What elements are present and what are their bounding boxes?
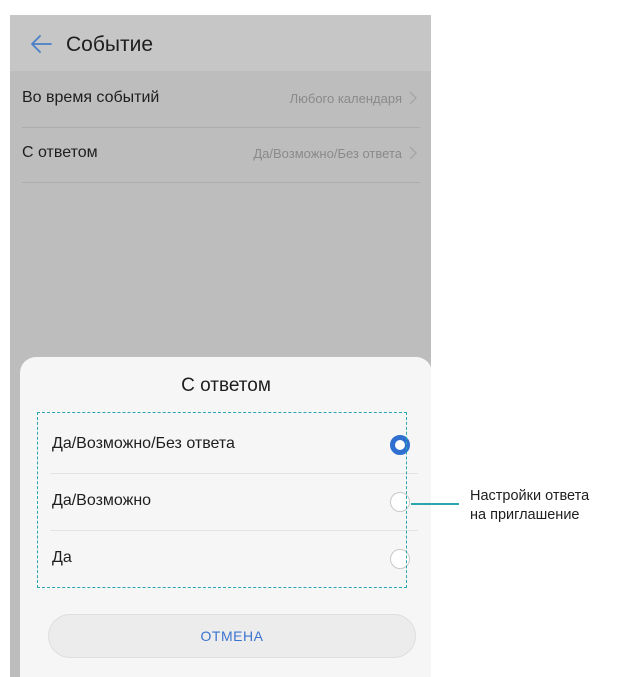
back-arrow-icon[interactable] — [30, 34, 52, 54]
callout-line-1: Настройки ответа — [470, 488, 590, 504]
cancel-button[interactable]: ОТМЕНА — [48, 614, 416, 658]
callout-line-2: на приглашение — [470, 507, 580, 523]
setting-label: Во время событий — [22, 89, 160, 106]
chevron-right-icon — [409, 146, 417, 160]
setting-row-with-response[interactable]: С ответом Да/Возможно/Без ответа — [22, 128, 420, 183]
page-title: Событие — [66, 33, 153, 56]
callout-line — [411, 503, 459, 505]
setting-row-during-events[interactable]: Во время событий Любого календаря — [22, 73, 420, 128]
callout-annotation: Настройки ответа на приглашение — [470, 487, 589, 525]
setting-label: С ответом — [22, 144, 98, 161]
setting-value: Любого календаря — [289, 91, 402, 106]
options-highlight-box — [37, 412, 407, 588]
chevron-right-icon — [409, 91, 417, 105]
dialog-title: С ответом — [181, 375, 271, 396]
setting-value: Да/Возможно/Без ответа — [253, 146, 402, 161]
top-bar: Событие — [10, 15, 431, 71]
